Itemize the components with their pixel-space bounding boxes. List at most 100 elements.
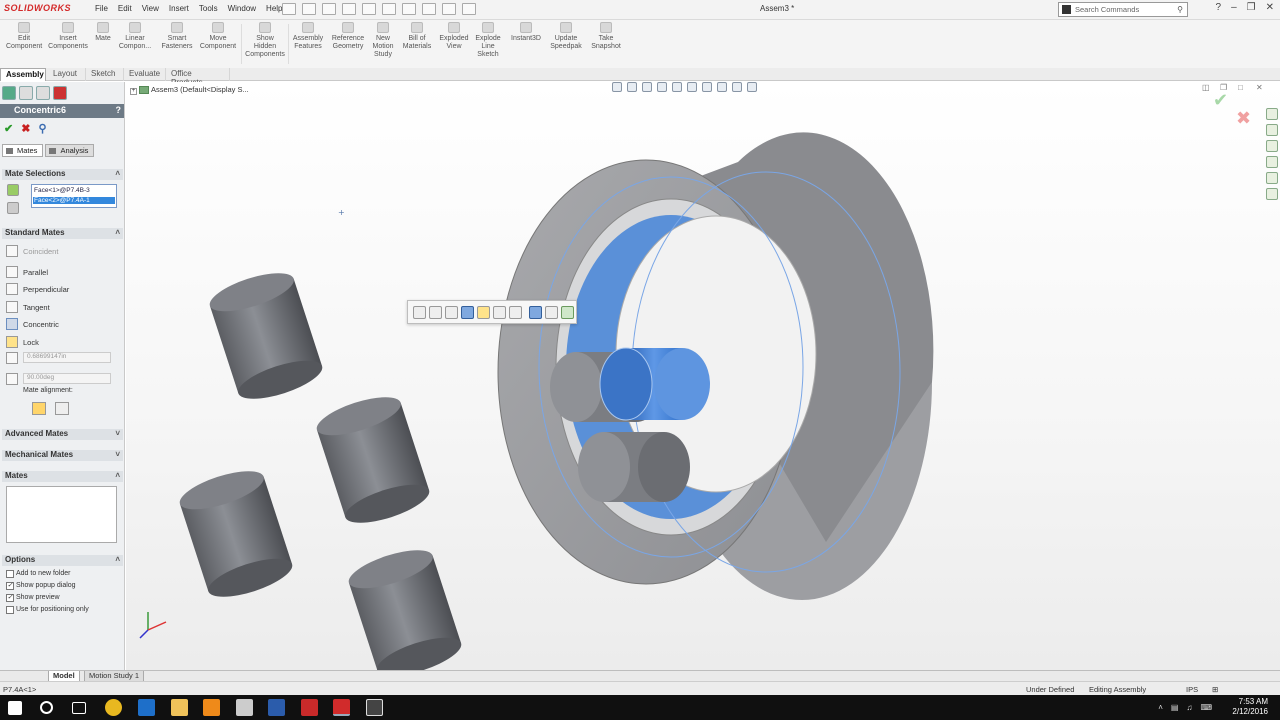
tab-analysis[interactable]: Analysis (45, 144, 95, 157)
checkbox-checked[interactable]: ✓ (6, 582, 14, 590)
new-document-icon[interactable] (302, 3, 316, 15)
task-view-icon[interactable] (72, 702, 86, 714)
checkbox[interactable] (6, 570, 14, 578)
bill-of-materials-button[interactable]: Bill of Materials (400, 22, 434, 51)
show-hidden-icons-icon[interactable]: ˄ (1158, 703, 1163, 712)
edit-component-button[interactable]: Edit Component (6, 22, 42, 51)
distance-value-field[interactable]: 0.68699147in (23, 352, 111, 363)
lock-icon[interactable] (477, 306, 490, 319)
rebuild-status-icon[interactable]: ⊞ (1212, 685, 1218, 694)
insert-components-button[interactable]: Insert Components (47, 22, 89, 51)
tangent-icon[interactable] (445, 306, 458, 319)
explode-line-sketch-button[interactable]: Explode Line Sketch (472, 22, 504, 59)
flip-mate-alignment-icon[interactable] (529, 306, 542, 319)
menu-edit[interactable]: Edit (113, 0, 137, 20)
mates-list[interactable] (6, 486, 117, 543)
entities-to-mate-list[interactable]: Face<1>@P7.4B-3 Face<2>@P7.4A-1 (31, 184, 117, 208)
configuration-manager-icon[interactable] (36, 86, 50, 100)
update-speedpak-button[interactable]: Update Speedpak (547, 22, 585, 51)
mate-button[interactable]: Mate (92, 22, 114, 43)
custom-properties-icon[interactable] (1266, 188, 1278, 200)
menu-insert[interactable]: Insert (164, 0, 194, 20)
tab-sketch[interactable]: Sketch (86, 68, 124, 81)
windows-start-icon[interactable] (8, 701, 22, 715)
rebuild-icon[interactable] (422, 3, 436, 15)
undo-icon[interactable] (545, 306, 558, 319)
vlc-icon[interactable] (203, 699, 220, 716)
minimize-button[interactable]: – (1231, 2, 1237, 13)
assembly-features-button[interactable]: Assembly Features (289, 22, 327, 51)
mate-selections-header[interactable]: Mate Selections ˄ (2, 169, 123, 180)
instant3d-button[interactable]: Instant3D (507, 22, 545, 43)
pin-part[interactable] (206, 265, 327, 406)
pin-part[interactable] (313, 389, 434, 530)
perpendicular-icon[interactable] (429, 306, 442, 319)
display-manager-icon[interactable] (53, 86, 67, 100)
roller-part[interactable] (578, 432, 690, 502)
pin-icon[interactable] (282, 3, 296, 15)
network-icon[interactable]: ▤ (1171, 703, 1179, 712)
menu-tools[interactable]: Tools (194, 0, 223, 20)
cortana-search-icon[interactable] (40, 701, 53, 714)
pushpin-icon[interactable]: ⚲ (38, 122, 46, 135)
new-motion-study-button[interactable]: New Motion Study (370, 22, 396, 59)
tab-office-products[interactable]: Office Products (166, 68, 230, 87)
units-selector[interactable]: IPS (1186, 685, 1198, 694)
smart-fasteners-button[interactable]: Smart Fasteners (158, 22, 196, 51)
exploded-view-button[interactable]: Exploded View (437, 22, 471, 51)
parallel-icon[interactable] (413, 306, 426, 319)
file-explorer-icon[interactable] (1266, 140, 1278, 152)
appearances-icon[interactable] (1266, 172, 1278, 184)
close-button[interactable]: ✕ (1266, 2, 1274, 13)
tab-mates[interactable]: Mates (2, 144, 44, 157)
menu-window[interactable]: Window (223, 0, 261, 20)
solidworks-taskbar-icon[interactable] (333, 699, 350, 716)
tab-assembly[interactable]: Assembly (0, 68, 46, 81)
checkbox-checked[interactable]: ✓ (6, 594, 14, 602)
search-commands-field[interactable]: Search Commands ⚲ (1058, 2, 1188, 17)
menu-view[interactable]: View (137, 0, 164, 20)
feature-manager-icon[interactable] (2, 86, 16, 100)
take-snapshot-button[interactable]: Take Snapshot (588, 22, 624, 51)
volume-icon[interactable]: ♫ (1186, 703, 1192, 712)
reference-geometry-button[interactable]: Reference Geometry (328, 22, 368, 51)
cancel-x-icon[interactable]: ✖ (21, 122, 30, 135)
selected-roller-part[interactable] (599, 347, 710, 421)
add-finish-mate-icon[interactable] (561, 306, 574, 319)
mechanical-mates-header[interactable]: Mechanical Mates ˅ (2, 450, 123, 461)
menu-file[interactable]: File (90, 0, 113, 20)
restore-button[interactable]: ❐ (1247, 2, 1256, 13)
ok-check-icon[interactable]: ✔ (4, 122, 13, 135)
aligned-button[interactable] (32, 402, 46, 415)
pin-part[interactable] (176, 463, 297, 604)
design-library-icon[interactable] (1266, 124, 1278, 136)
select-icon[interactable] (402, 3, 416, 15)
checkbox[interactable] (6, 606, 14, 614)
move-component-button[interactable]: Move Component (197, 22, 239, 51)
help-button[interactable]: ? (116, 105, 122, 115)
selection-item-selected[interactable]: Face<2>@P7.4A-1 (33, 197, 115, 204)
property-manager-icon[interactable] (19, 86, 33, 100)
save-icon[interactable] (342, 3, 356, 15)
advanced-mates-header[interactable]: Advanced Mates ˅ (2, 429, 123, 440)
concentric-icon[interactable] (461, 306, 474, 319)
calculator-icon[interactable] (366, 699, 383, 716)
angle-value-field[interactable]: 90.00deg (23, 373, 111, 384)
distance-icon[interactable] (493, 306, 506, 319)
tab-evaluate[interactable]: Evaluate (124, 68, 166, 81)
linear-component-pattern-button[interactable]: Linear Compon... (117, 22, 153, 51)
pin-part[interactable] (345, 542, 466, 670)
keyboard-icon[interactable] (236, 699, 253, 716)
help-question-icon[interactable]: ? (1216, 2, 1222, 13)
print-icon[interactable] (362, 3, 376, 15)
search-icon[interactable]: ⚲ (1177, 5, 1183, 14)
file-properties-icon[interactable] (442, 3, 456, 15)
anti-aligned-button[interactable] (55, 402, 69, 415)
graphics-area[interactable]: + Assem3 (Default<Display S... ◫ ❐ □ ✕ ✔ … (126, 82, 1280, 670)
selection-item[interactable]: Face<1>@P7.4B-3 (34, 187, 90, 194)
keyboard-layout-icon[interactable]: ⌨ (1200, 703, 1212, 712)
view-palette-icon[interactable] (1266, 156, 1278, 168)
angle-icon[interactable] (509, 306, 522, 319)
options-gear-icon[interactable] (462, 3, 476, 15)
standard-mates-header[interactable]: Standard Mates ˄ (2, 228, 123, 239)
